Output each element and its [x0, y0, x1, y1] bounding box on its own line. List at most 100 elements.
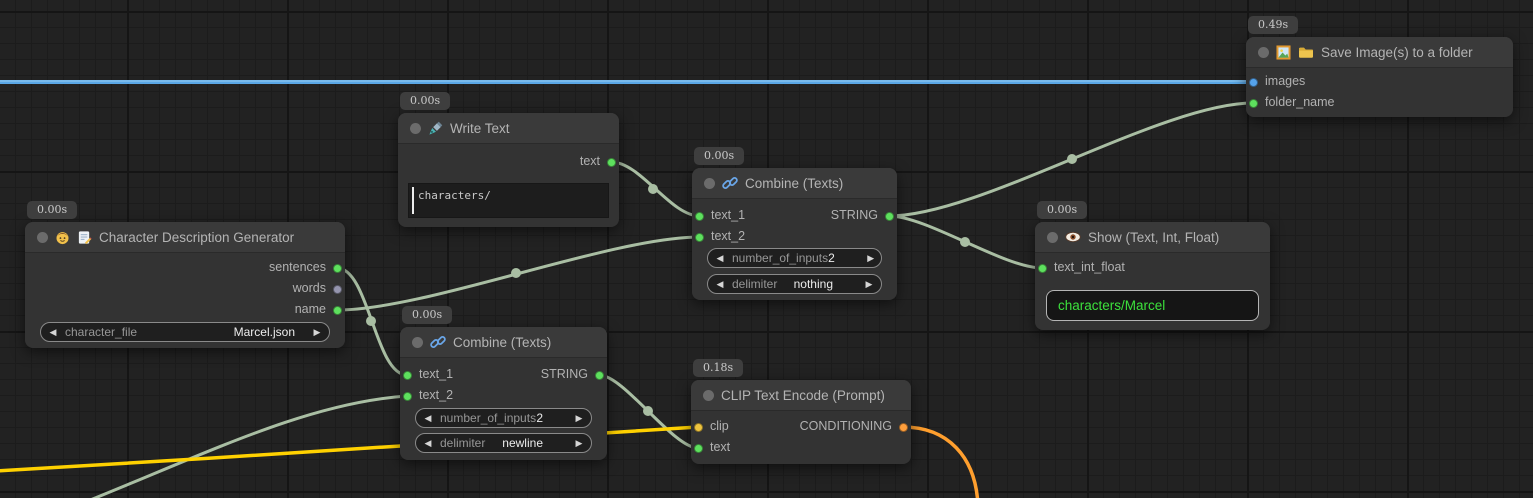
output-port-string[interactable]	[885, 212, 894, 221]
output-row-conditioning: CONDITIONING	[691, 418, 911, 436]
node-header[interactable]: Combine (Texts)	[692, 168, 897, 199]
node-title: CLIP Text Encode (Prompt)	[721, 388, 885, 403]
output-row-words: words	[25, 280, 345, 298]
wire-offscreen-to-combine2	[50, 396, 407, 498]
arrow-right-icon[interactable]: ▶	[567, 413, 591, 424]
wire-conditioning	[903, 427, 978, 498]
output-row-string: STRING	[692, 207, 897, 225]
node-header[interactable]: Character Description Generator	[25, 222, 345, 253]
node-title: Combine (Texts)	[453, 335, 551, 350]
widget-character-file[interactable]: ◀ character_file Marcel.json ▶	[40, 322, 330, 342]
input-port-text2[interactable]	[695, 233, 704, 242]
arrow-left-icon[interactable]: ◀	[41, 327, 65, 338]
arrow-right-icon[interactable]: ▶	[305, 327, 329, 338]
arrow-left-icon[interactable]: ◀	[708, 279, 732, 290]
arrow-right-icon[interactable]: ▶	[857, 279, 881, 290]
framed-picture-icon	[1276, 45, 1291, 60]
wire-midpoint-dot	[643, 406, 653, 416]
input-port-folder-name[interactable]	[1249, 99, 1258, 108]
collapse-dot[interactable]	[1047, 232, 1058, 243]
arrow-left-icon[interactable]: ◀	[416, 413, 440, 424]
output-port-sentences[interactable]	[333, 264, 342, 273]
output-port-words[interactable]	[333, 285, 342, 294]
wire-midpoint-dot	[648, 184, 658, 194]
display-value: characters/Marcel	[1058, 298, 1165, 313]
node-clip-text-encode[interactable]: 0.18s CLIP Text Encode (Prompt) clip CON…	[691, 380, 911, 464]
execution-time-badge: 0.00s	[1037, 201, 1087, 219]
input-row-folder-name: folder_name	[1246, 94, 1513, 112]
widget-label: number_of_inputs	[440, 411, 536, 425]
execution-time-badge: 0.00s	[694, 147, 744, 165]
arrow-right-icon[interactable]: ▶	[567, 438, 591, 449]
node-header[interactable]: Combine (Texts)	[400, 327, 607, 358]
wire-midpoint-dot	[960, 237, 970, 247]
collapse-dot[interactable]	[704, 178, 715, 189]
node-title: Save Image(s) to a folder	[1321, 45, 1473, 60]
collapse-dot[interactable]	[410, 123, 421, 134]
fountain-pen-icon	[428, 121, 443, 136]
widget-label: character_file	[65, 325, 137, 339]
node-character-description-generator[interactable]: 0.00s Character Description Generator se…	[25, 222, 345, 348]
arrow-right-icon[interactable]: ▶	[859, 253, 883, 264]
output-row-name: name	[25, 301, 345, 319]
node-write-text[interactable]: 0.00s Write Text text characters/	[398, 113, 619, 227]
widget-value: 2	[536, 411, 567, 425]
output-port-name[interactable]	[333, 306, 342, 315]
person-face-icon	[55, 230, 70, 245]
collapse-dot[interactable]	[703, 390, 714, 401]
node-combine-texts-bottom[interactable]: 0.00s Combine (Texts) text_1 STRING text…	[400, 327, 607, 460]
link-icon	[430, 334, 446, 350]
folder-icon	[1298, 45, 1314, 60]
execution-time-badge: 0.00s	[400, 92, 450, 110]
output-row-text: text	[398, 153, 619, 171]
memo-icon	[77, 230, 92, 245]
text-caret	[412, 187, 414, 214]
input-port-images[interactable]	[1249, 78, 1258, 87]
node-header[interactable]: CLIP Text Encode (Prompt)	[691, 380, 911, 411]
output-row-string: STRING	[400, 366, 607, 384]
collapse-dot[interactable]	[1258, 47, 1269, 58]
output-port-conditioning[interactable]	[899, 423, 908, 432]
collapse-dot[interactable]	[412, 337, 423, 348]
node-title: Character Description Generator	[99, 230, 294, 245]
widget-label: delimiter	[732, 277, 777, 291]
output-row-sentences: sentences	[25, 259, 345, 277]
widget-number-of-inputs[interactable]: ◀ number_of_inputs 2 ▶	[707, 248, 882, 268]
collapse-dot[interactable]	[37, 232, 48, 243]
input-row-text2: text_2	[692, 228, 897, 246]
input-port-text-int-float[interactable]	[1038, 264, 1047, 273]
text-input-area[interactable]: characters/	[408, 183, 609, 218]
widget-value: Marcel.json	[234, 325, 305, 339]
node-header[interactable]: Write Text	[398, 113, 619, 144]
input-row-text: text	[691, 439, 911, 457]
output-port-text[interactable]	[607, 158, 616, 167]
widget-value: nothing	[794, 277, 857, 291]
node-title: Combine (Texts)	[745, 176, 843, 191]
widget-label: delimiter	[440, 436, 485, 450]
input-port-text2[interactable]	[403, 392, 412, 401]
node-graph-canvas[interactable]: 0.00s Character Description Generator se…	[0, 0, 1533, 498]
link-icon	[722, 175, 738, 191]
eye-icon	[1065, 229, 1081, 245]
node-header[interactable]: Save Image(s) to a folder	[1246, 37, 1513, 68]
node-combine-texts-top[interactable]: 0.00s Combine (Texts) text_1 STRING text…	[692, 168, 897, 300]
node-show-text-int-float[interactable]: 0.00s Show (Text, Int, Float) text_int_f…	[1035, 222, 1270, 330]
input-port-text[interactable]	[694, 444, 703, 453]
arrow-left-icon[interactable]: ◀	[416, 438, 440, 449]
widget-value: newline	[502, 436, 567, 450]
execution-time-badge: 0.00s	[27, 201, 77, 219]
node-title: Show (Text, Int, Float)	[1088, 230, 1219, 245]
wire-midpoint-dot	[511, 268, 521, 278]
output-port-string[interactable]	[595, 371, 604, 380]
widget-delimiter[interactable]: ◀ delimiter newline ▶	[415, 433, 592, 453]
node-save-images-to-folder[interactable]: 0.49s Save Image(s) to a folder images f…	[1246, 37, 1513, 117]
node-header[interactable]: Show (Text, Int, Float)	[1035, 222, 1270, 253]
execution-time-badge: 0.49s	[1248, 16, 1298, 34]
widget-number-of-inputs[interactable]: ◀ number_of_inputs 2 ▶	[415, 408, 592, 428]
arrow-left-icon[interactable]: ◀	[708, 253, 732, 264]
input-row-text-int-float: text_int_float	[1035, 259, 1270, 277]
input-row-text2: text_2	[400, 387, 607, 405]
widget-delimiter[interactable]: ◀ delimiter nothing ▶	[707, 274, 882, 294]
display-value-box[interactable]: characters/Marcel	[1046, 290, 1259, 321]
widget-value: 2	[828, 251, 859, 265]
